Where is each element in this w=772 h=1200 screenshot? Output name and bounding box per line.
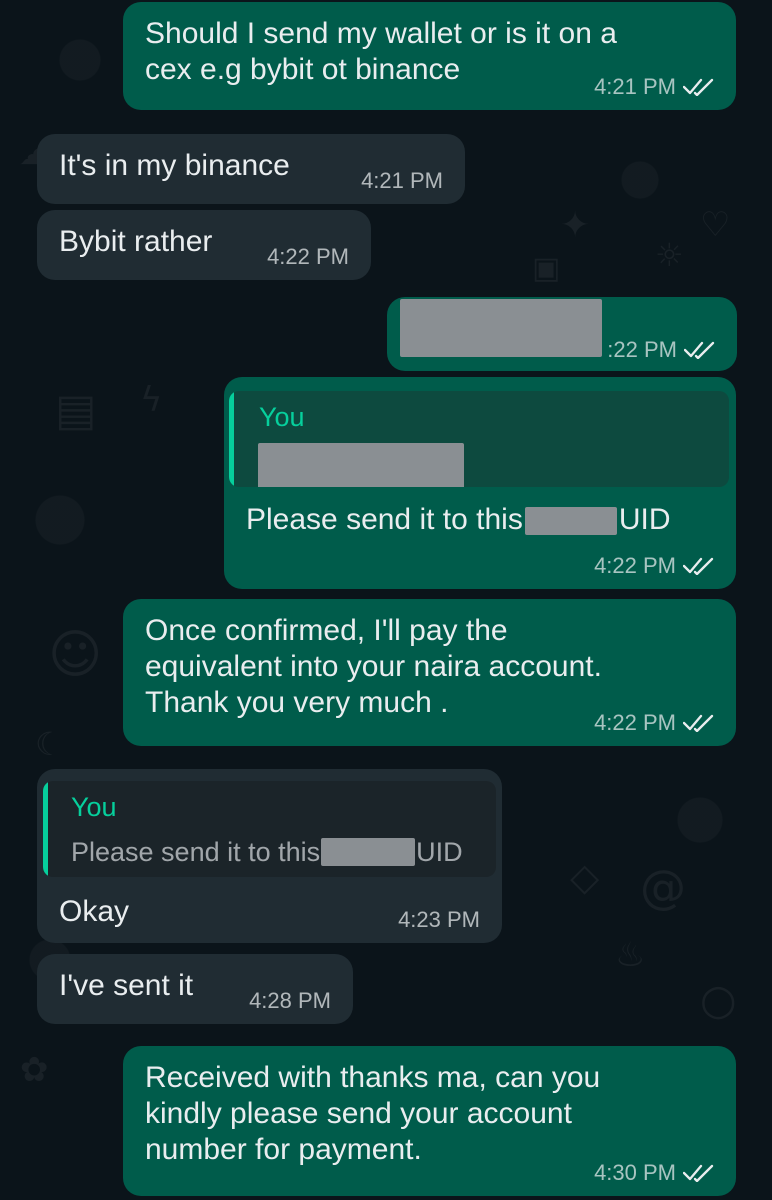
background-moon-icon: ☾: [35, 725, 64, 763]
message-time: 4:23 PM: [398, 907, 480, 932]
double-check-icon: [683, 714, 714, 732]
quoted-author: You: [71, 792, 117, 822]
double-check-icon: [683, 78, 714, 96]
message-time: 4:21 PM: [361, 168, 443, 193]
message-text: Once confirmed, I'll pay the equivalent …: [145, 614, 602, 719]
background-smile-icon: ☺: [48, 625, 103, 685]
message-bubble-outgoing-reply[interactable]: You Please send it to this UID 4:22 PM: [224, 377, 736, 589]
message-time: 4:22 PM: [594, 710, 676, 735]
message-meta: 4:22 PM: [594, 555, 714, 577]
quote-accent-bar: [229, 391, 234, 487]
background-circle-icon: ○: [700, 975, 737, 1024]
message-time: 4:21 PM: [594, 74, 676, 99]
background-sun-icon: ☼: [655, 236, 684, 274]
message-text: Please send it to this: [246, 503, 523, 536]
message-bubble-incoming[interactable]: It's in my binance 4:21 PM: [37, 134, 465, 204]
double-check-icon: [683, 1164, 714, 1182]
message-meta: 4:21 PM: [361, 170, 443, 192]
background-apple-icon: ♨: [615, 935, 646, 975]
quoted-text: UID: [416, 837, 463, 867]
redacted-content: [400, 299, 602, 357]
message-bubble-outgoing[interactable]: :22 PM: [387, 297, 737, 371]
message-time: :22 PM: [607, 337, 677, 362]
message-meta: 4:21 PM: [594, 76, 714, 98]
quoted-text: Please send it to this: [71, 837, 321, 867]
message-bubble-incoming[interactable]: I've sent it 4:28 PM: [37, 954, 353, 1024]
background-lock-icon: ▣: [532, 251, 561, 286]
background-heart-icon: ♡: [700, 205, 731, 245]
message-meta: 4:30 PM: [594, 1162, 714, 1184]
quoted-author: You: [259, 402, 305, 432]
double-check-icon: [683, 557, 714, 575]
double-check-icon: [684, 341, 715, 359]
quoted-text-row: Please send it to this UID: [71, 833, 463, 868]
message-text: I've sent it: [59, 969, 194, 1002]
message-bubble-outgoing[interactable]: Should I send my wallet or is it on a ce…: [123, 2, 736, 110]
message-meta: 4:28 PM: [249, 990, 331, 1012]
message-meta: 4:22 PM: [594, 712, 714, 734]
message-meta: 4:23 PM: [398, 909, 480, 931]
message-text: UID: [618, 503, 671, 536]
message-bubble-incoming[interactable]: Bybit rather 4:22 PM: [37, 210, 371, 280]
message-time: 4:22 PM: [267, 244, 349, 269]
background-flower-icon: ✿: [20, 1050, 49, 1090]
quoted-message[interactable]: You: [229, 391, 729, 487]
message-meta: 4:22 PM: [267, 246, 349, 268]
message-text: It's in my binance: [59, 149, 290, 182]
message-time: 4:28 PM: [249, 988, 331, 1013]
background-star-icon: ✦: [560, 205, 591, 246]
message-time: 4:22 PM: [594, 553, 676, 578]
message-bubble-outgoing[interactable]: Once confirmed, I'll pay the equivalent …: [123, 599, 736, 746]
background-lightning-icon: ϟ: [140, 380, 163, 420]
redacted-quote-text: [321, 838, 416, 866]
message-text: Bybit rather: [59, 225, 213, 258]
background-calendar-icon: ▤: [55, 385, 97, 436]
redacted-text: [524, 507, 617, 535]
message-text: Received with thanks ma, can you kindly …: [145, 1061, 601, 1166]
redacted-quote-content: [258, 443, 464, 487]
background-gift-icon: ◇: [570, 855, 600, 899]
background-swirl-icon: @: [640, 860, 686, 914]
message-bubble-incoming-reply[interactable]: You Please send it to this UID Okay 4:23 …: [37, 769, 502, 943]
quoted-message[interactable]: You Please send it to this UID: [43, 781, 496, 877]
quote-accent-bar: [43, 781, 48, 877]
message-bubble-outgoing[interactable]: Received with thanks ma, can you kindly …: [123, 1046, 736, 1196]
message-text-row: Please send it to this UID: [246, 501, 716, 541]
message-time: 4:30 PM: [594, 1160, 676, 1185]
message-meta: :22 PM: [607, 339, 715, 361]
